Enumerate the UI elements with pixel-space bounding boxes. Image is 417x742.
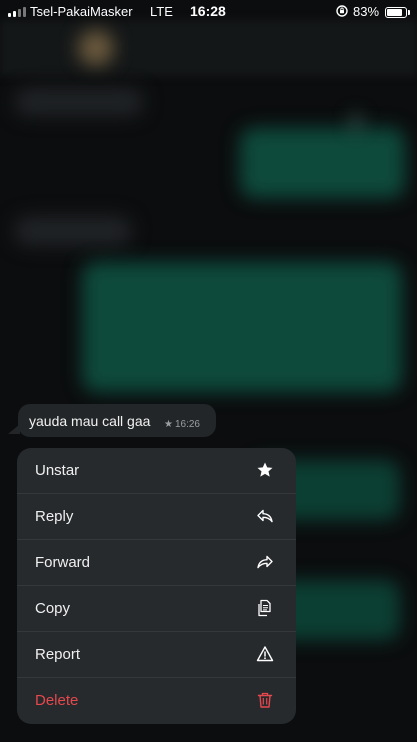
forward-icon	[257, 555, 273, 569]
menu-item-label: Reply	[35, 508, 74, 525]
menu-item-label: Copy	[35, 600, 71, 617]
message-meta: ★ 16:26	[164, 419, 200, 430]
signal-strength-icon	[8, 7, 28, 17]
blurred-incoming-message	[14, 216, 132, 246]
blurred-incoming-message	[14, 88, 144, 116]
menu-item-label: Report	[35, 646, 81, 663]
status-bar: Tsel-PakaiMasker LTE 16:28 83%	[0, 0, 417, 24]
menu-item-label: Delete	[35, 692, 79, 709]
message-time: 16:26	[174, 419, 200, 430]
menu-item-label: Forward	[35, 554, 91, 571]
warning-icon	[256, 646, 274, 662]
blurred-chat-header	[0, 20, 417, 76]
blurred-decoration	[352, 115, 360, 129]
blurred-avatar	[78, 30, 114, 66]
reply-icon	[257, 509, 273, 523]
battery-tip	[408, 10, 410, 15]
menu-item-delete[interactable]: Delete	[17, 678, 296, 724]
copy-icon	[258, 599, 271, 617]
rotation-lock-icon	[336, 5, 348, 17]
message-text: yauda mau call gaa	[29, 413, 151, 429]
menu-item-forward[interactable]: Forward	[17, 540, 296, 586]
trash-icon	[257, 692, 273, 708]
menu-item-copy[interactable]: Copy	[17, 586, 296, 632]
blurred-outgoing-message	[240, 128, 405, 198]
battery-icon	[385, 7, 407, 18]
starred-icon: ★	[164, 419, 173, 430]
menu-item-reply[interactable]: Reply	[17, 494, 296, 540]
battery-percentage: 83%	[353, 4, 380, 19]
message-context-menu: Unstar Reply Forward Copy Report Delete	[17, 448, 296, 724]
star-icon	[257, 462, 273, 477]
status-time: 16:28	[190, 3, 226, 19]
menu-item-unstar[interactable]: Unstar	[17, 448, 296, 494]
menu-item-report[interactable]: Report	[17, 632, 296, 678]
carrier-name: Tsel-PakaiMasker	[30, 4, 133, 19]
network-type: LTE	[150, 4, 173, 19]
message-bubble[interactable]: yauda mau call gaa ★ 16:26	[18, 404, 216, 437]
blurred-outgoing-message	[82, 262, 402, 392]
menu-item-label: Unstar	[35, 462, 80, 479]
